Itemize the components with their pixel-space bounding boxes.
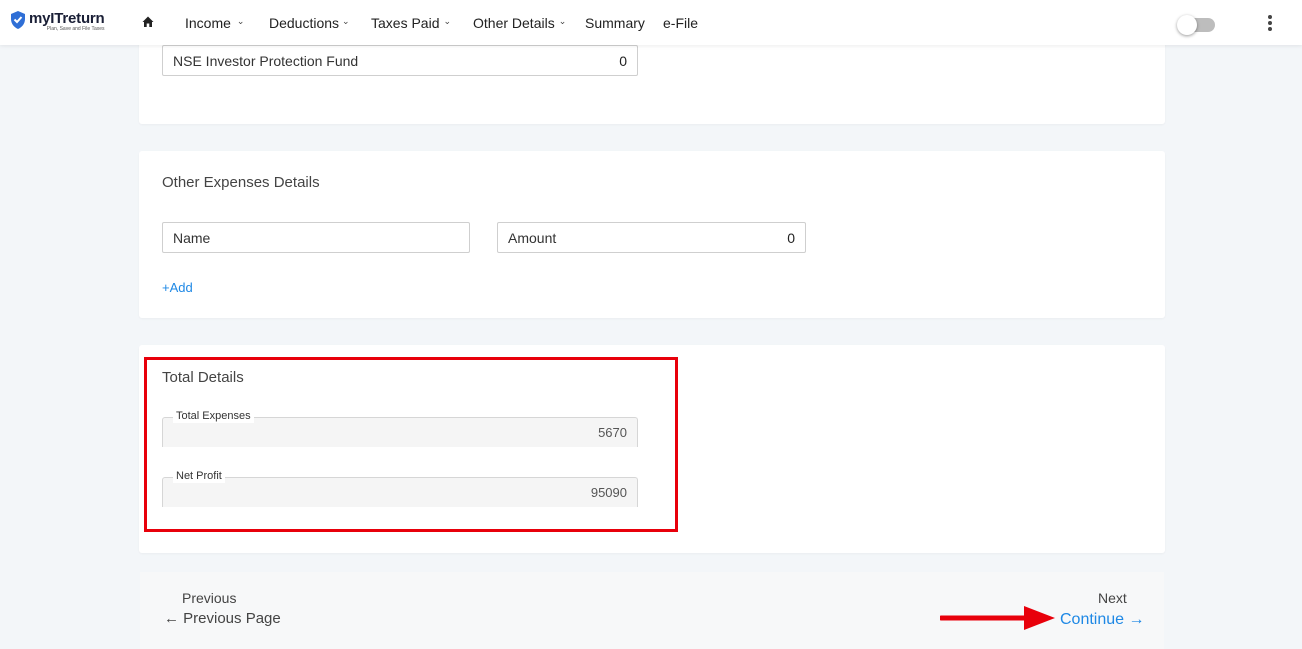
previous-page-link[interactable]: ← Previous Page bbox=[164, 610, 281, 627]
more-options-icon[interactable] bbox=[1262, 14, 1278, 32]
shield-check-icon bbox=[11, 11, 25, 29]
nav-summary[interactable]: Summary bbox=[585, 0, 645, 45]
red-arrow-annotation-icon bbox=[940, 606, 1055, 630]
expense-amount-input[interactable]: Amount 0 bbox=[497, 222, 806, 253]
chevron-down-icon: ⌄ bbox=[236, 16, 245, 26]
nav-efile-label: e-File bbox=[663, 14, 699, 31]
nav-deductions[interactable]: Deductions ⌄ bbox=[269, 0, 350, 45]
home-icon[interactable] bbox=[142, 16, 154, 28]
field-value: 0 bbox=[619, 53, 627, 69]
previous-caption: Previous bbox=[182, 590, 237, 606]
next-caption: Next bbox=[1098, 590, 1127, 606]
add-expense-link[interactable]: +Add bbox=[162, 280, 193, 295]
theme-toggle[interactable] bbox=[1177, 15, 1215, 35]
nav-income[interactable]: Income ⌄ bbox=[185, 0, 244, 45]
nav-efile[interactable]: e-File bbox=[663, 0, 698, 45]
nse-investor-protection-fund-field[interactable]: NSE Investor Protection Fund 0 bbox=[162, 45, 638, 76]
expense-amount-value: 0 bbox=[787, 230, 795, 246]
continue-button[interactable]: Continue → bbox=[1060, 611, 1145, 629]
section-title: Other Expenses Details bbox=[162, 174, 320, 191]
nav-summary-label: Summary bbox=[585, 14, 645, 31]
expense-name-placeholder: Name bbox=[173, 230, 211, 246]
logo-tagline: Plan, Save and File Taxes bbox=[46, 26, 105, 32]
nav-other-details-label: Other Details bbox=[473, 14, 555, 31]
chevron-down-icon: ⌄ bbox=[443, 16, 452, 26]
nav-other-details[interactable]: Other Details ⌄ bbox=[473, 0, 566, 45]
chevron-down-icon: ⌄ bbox=[558, 16, 567, 26]
nav-deductions-label: Deductions bbox=[269, 14, 340, 31]
toggle-knob bbox=[1177, 15, 1197, 35]
highlight-box bbox=[144, 357, 678, 532]
field-label: NSE Investor Protection Fund bbox=[173, 53, 359, 69]
expense-name-input[interactable]: Name bbox=[162, 222, 470, 253]
chevron-down-icon: ⌄ bbox=[342, 16, 350, 26]
nav-taxes-paid[interactable]: Taxes Paid ⌄ bbox=[371, 0, 451, 45]
logo-name: myITreturn bbox=[29, 10, 105, 27]
brand-logo[interactable]: myITreturn Plan, Save and File Taxes bbox=[10, 11, 105, 33]
nav-income-label: Income bbox=[185, 14, 231, 31]
top-navbar: myITreturn Plan, Save and File Taxes Inc… bbox=[0, 0, 1302, 45]
nav-taxes-paid-label: Taxes Paid bbox=[371, 14, 440, 31]
expense-amount-label: Amount bbox=[508, 230, 557, 246]
